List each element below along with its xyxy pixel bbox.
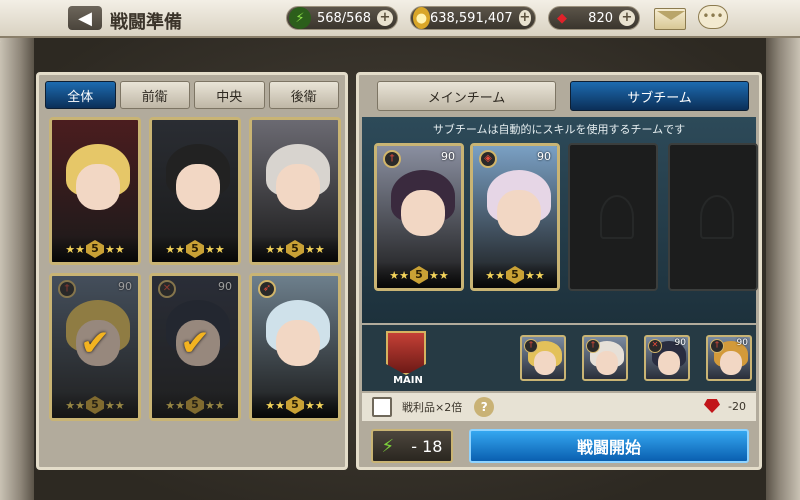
main-team-member[interactable]: † <box>582 335 628 381</box>
rank-badge: 5 <box>410 266 428 284</box>
gem-value: 820 <box>588 10 613 26</box>
mail-icon[interactable] <box>654 8 686 30</box>
filter-tab-all[interactable]: 全体 <box>45 81 116 109</box>
add-stamina-button[interactable]: + <box>377 10 393 26</box>
loot-gem-cost: -20 <box>728 400 746 413</box>
rank-badge: 5 <box>286 396 304 414</box>
character-card[interactable]: ✕ 90 ★★ 5 ★★ ✔ <box>149 273 241 421</box>
rank-badge: 5 <box>506 266 524 284</box>
character-face <box>720 351 742 375</box>
lightning-icon: ⚡ <box>289 7 311 29</box>
shield-role-icon: ◈ <box>479 150 497 168</box>
main-team-member[interactable]: † <box>520 335 566 381</box>
filter-tab-front[interactable]: 前衛 <box>119 81 190 109</box>
empty-team-slot[interactable] <box>668 143 758 291</box>
gem-icon <box>704 399 720 413</box>
chat-icon[interactable]: ••• <box>698 5 728 29</box>
page-title: 戦闘準備 <box>110 12 182 33</box>
character-level: 90 <box>674 338 686 348</box>
star-rating: ★★ 5 ★★ <box>152 236 238 262</box>
star-rating: ★★ 5 ★★ <box>252 236 338 262</box>
character-face <box>276 164 320 210</box>
rank-badge: 5 <box>286 240 304 258</box>
character-face <box>76 164 120 210</box>
main-team-member[interactable]: ✕ 90 <box>644 335 690 381</box>
gem-counter: ◆ 820 + <box>548 6 640 30</box>
character-card[interactable]: ★★ 5 ★★ <box>249 117 341 265</box>
cross-role-icon: ✕ <box>648 339 662 353</box>
gold-counter: ● 638,591,407 + <box>410 6 536 30</box>
start-battle-button[interactable]: 戦闘開始 <box>469 429 749 463</box>
loot-bonus-row: 戦利品×2倍 ? -20 <box>362 393 756 421</box>
main-label: MAIN <box>393 375 423 386</box>
filter-tab-back[interactable]: 後衛 <box>268 81 339 109</box>
rank-badge: 5 <box>86 240 104 258</box>
team-description: サブチームは自動的にスキルを使用するチームです <box>432 123 686 136</box>
gold-value: 638,591,407 <box>429 10 513 26</box>
stamina-cost-box: ⚡ - 18 <box>371 429 453 463</box>
stamina-value: 568/568 <box>316 10 371 26</box>
filter-tab-middle[interactable]: 中央 <box>194 81 265 109</box>
add-gem-button[interactable]: + <box>619 10 635 26</box>
character-face <box>658 351 680 375</box>
coin-icon: ● <box>413 7 430 29</box>
checkmark-icon: ✔ <box>180 323 211 364</box>
character-face <box>401 190 445 236</box>
lightning-icon: ⚡ <box>381 435 395 457</box>
character-face <box>596 351 618 375</box>
loot-double-checkbox[interactable] <box>372 397 392 417</box>
main-team-member[interactable]: † 90 <box>706 335 752 381</box>
sword-role-icon: † <box>524 339 538 353</box>
add-gold-button[interactable]: + <box>518 10 531 26</box>
help-icon[interactable]: ? <box>474 397 495 417</box>
sub-team-area: サブチームは自動的にスキルを使用するチームです † 90 ★★ 5 ★★ ◈ 90 ★★ 5 ★★ <box>362 117 758 323</box>
character-face <box>276 320 320 366</box>
main-team-strip: MAIN † † ✕ 90 † 90 <box>362 325 756 391</box>
gem-icon: ◆ <box>557 10 567 26</box>
team-panel: メインチーム サブチーム サブチームは自動的にスキルを使用するチームです † 90… <box>356 72 762 470</box>
star-rating: ★★ 5 ★★ <box>473 262 557 288</box>
character-level: 90 <box>736 338 748 348</box>
back-button[interactable]: ◀ <box>68 6 102 30</box>
character-card[interactable]: † 90 ★★ 5 ★★ ✔ <box>49 273 141 421</box>
star-rating: ★★ 5 ★★ <box>252 392 338 418</box>
character-level: 90 <box>441 150 455 163</box>
tab-main-team[interactable]: メインチーム <box>377 81 556 111</box>
position-filter-tabs: 全体 前衛 中央 後衛 <box>45 81 339 111</box>
bow-role-icon: ➶ <box>258 280 276 298</box>
sword-role-icon: † <box>710 339 724 353</box>
empty-team-slot[interactable] <box>568 143 658 291</box>
stamina-cost: - 18 <box>411 436 443 456</box>
character-face <box>534 351 556 375</box>
sword-role-icon: † <box>383 150 401 168</box>
tab-sub-team[interactable]: サブチーム <box>570 81 749 111</box>
star-rating: ★★ 5 ★★ <box>377 262 461 288</box>
character-card[interactable]: ★★ 5 ★★ <box>149 117 241 265</box>
star-rating: ★★ 5 ★★ <box>52 236 138 262</box>
roster-panel: 全体 前衛 中央 後衛 ★★ 5 ★★ ★★ 5 ★★ ★★ 5 ★★ † 90 ★★ 5 ★★ ✔ ✕ 90 ★… <box>36 72 348 470</box>
arrow-left-icon: ◀ <box>78 7 92 29</box>
character-card[interactable]: ◈ 90 ★★ 5 ★★ <box>470 143 560 291</box>
character-face <box>176 164 220 210</box>
main-emblem-icon <box>386 331 426 375</box>
character-grid: ★★ 5 ★★ ★★ 5 ★★ ★★ 5 ★★ † 90 ★★ 5 ★★ ✔ ✕ 90 ★★ 5 ★★ ✔ ➶ ★★ 5 ★★ <box>49 117 341 421</box>
stamina-counter: ⚡ 568/568 + <box>286 6 398 30</box>
team-tabs: メインチーム サブチーム <box>377 81 749 113</box>
loot-label: 戦利品×2倍 <box>402 401 463 414</box>
checkmark-icon: ✔ <box>80 323 111 364</box>
character-card[interactable]: ★★ 5 ★★ <box>49 117 141 265</box>
character-card[interactable]: ➶ ★★ 5 ★★ <box>249 273 341 421</box>
character-level: 90 <box>537 150 551 163</box>
rank-badge: 5 <box>186 240 204 258</box>
character-face <box>497 190 541 236</box>
sword-role-icon: † <box>586 339 600 353</box>
top-bar: ◀ 戦闘準備 ⚡ 568/568 + ● 638,591,407 + ◆ 820… <box>0 0 800 38</box>
character-card[interactable]: † 90 ★★ 5 ★★ <box>374 143 464 291</box>
